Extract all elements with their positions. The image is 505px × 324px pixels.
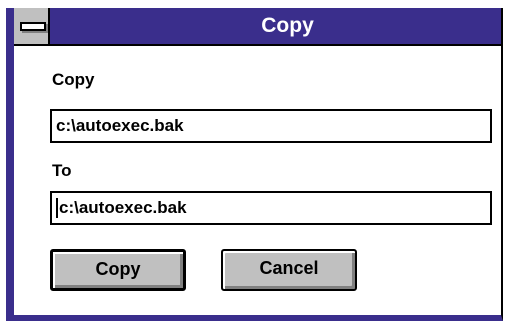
- system-menu-button[interactable]: [14, 8, 50, 44]
- copy-from-field[interactable]: c:\autoexec.bak: [50, 109, 492, 143]
- window-title: Copy: [261, 14, 314, 37]
- copy-to-field[interactable]: c:\autoexec.bak: [50, 191, 492, 225]
- copy-from-label: Copy: [52, 70, 95, 89]
- copy-dialog: Copy Copy c:\autoexec.bak To c:\autoexec…: [6, 8, 503, 321]
- system-menu-icon: [20, 22, 46, 31]
- text-caret: [56, 197, 58, 218]
- copy-button[interactable]: Copy: [50, 249, 186, 291]
- copy-from-value: c:\autoexec.bak: [56, 116, 184, 135]
- copy-to-label: To: [52, 161, 72, 180]
- cancel-button[interactable]: Cancel: [221, 249, 357, 291]
- title-bar[interactable]: Copy: [14, 8, 501, 46]
- copy-to-value: c:\autoexec.bak: [59, 198, 187, 217]
